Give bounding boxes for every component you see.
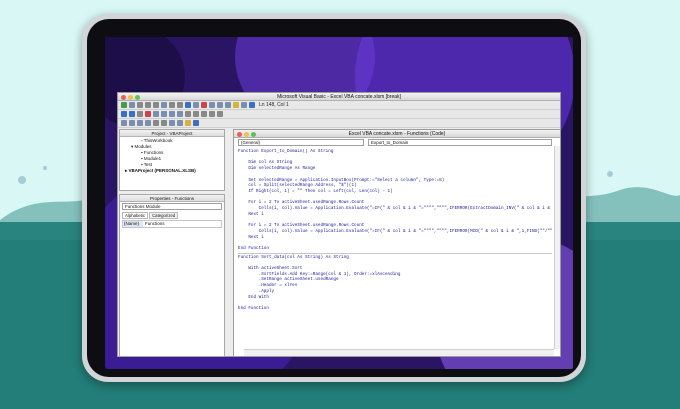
step-out-icon[interactable]	[177, 111, 183, 117]
toggle-breakpoint-icon[interactable]	[153, 111, 159, 117]
tablet-screen: Microsoft Visual Basic - Excel VBA conca…	[105, 37, 573, 369]
object-browser-icon[interactable]	[233, 102, 239, 108]
quick-info-icon[interactable]	[137, 120, 143, 126]
minimize-button[interactable]	[128, 94, 133, 100]
property-value: Functions	[145, 221, 165, 226]
list-properties-icon[interactable]	[121, 120, 127, 126]
break-icon[interactable]	[193, 102, 199, 108]
code-line: End Function	[238, 245, 269, 251]
code-line: Cells(i, col).Value = Application.Evalua…	[258, 206, 551, 212]
reset-icon[interactable]	[201, 102, 207, 108]
horizontal-scrollbar[interactable]	[244, 349, 554, 356]
zoom-button[interactable]	[135, 94, 140, 100]
window-titlebar: Microsoft Visual Basic - Excel VBA conca…	[118, 93, 560, 101]
find-icon[interactable]	[161, 102, 167, 108]
watch-window-icon[interactable]	[201, 111, 207, 117]
object-selector[interactable]: Functions Module	[122, 203, 222, 210]
tree-item-personal[interactable]: ▸ VBAProject (PERSONAL.XLSB)	[123, 168, 221, 174]
object-combo[interactable]: (General)	[238, 139, 364, 146]
code-window-title: Excel VBA concate.xlsm - Functions (Code…	[348, 131, 446, 137]
paste-icon[interactable]	[153, 102, 159, 108]
code-window-titlebar: Excel VBA concate.xlsm - Functions (Code…	[234, 130, 560, 138]
debug-toolbar	[118, 110, 560, 119]
comment-block-icon[interactable]	[169, 120, 175, 126]
uncomment-block-icon[interactable]	[177, 120, 183, 126]
close-button[interactable]	[121, 94, 126, 100]
quick-watch-icon[interactable]	[209, 111, 215, 117]
cut-icon[interactable]	[137, 102, 143, 108]
stop-icon[interactable]	[145, 111, 151, 117]
tab-categorized[interactable]: Categorized	[149, 212, 179, 219]
properties-tabs: Alphabetic Categorized	[120, 211, 224, 220]
vba-editor-window: Microsoft Visual Basic - Excel VBA conca…	[117, 92, 561, 357]
procedure-combo[interactable]: Export_to_Domain	[368, 139, 552, 146]
design-mode-icon[interactable]	[209, 102, 215, 108]
properties-panel: Properties - Functions Functions Module …	[119, 194, 225, 357]
project-explorer-panel: Project - VBAProject ▫ ThisWorkbook ▾ Mo…	[119, 129, 225, 191]
code-line: End Function	[238, 305, 269, 311]
standard-toolbar: Ln 148, Col 1	[118, 101, 560, 110]
code-window: Excel VBA concate.xlsm - Functions (Code…	[233, 129, 561, 357]
procedure-separator	[238, 252, 552, 254]
outdent-icon[interactable]	[161, 120, 167, 126]
tablet-bezel: Microsoft Visual Basic - Excel VBA conca…	[87, 19, 581, 377]
insert-module-icon[interactable]	[129, 102, 135, 108]
bookmark-icon[interactable]	[185, 120, 191, 126]
locals-window-icon[interactable]	[185, 111, 191, 117]
project-explorer-icon[interactable]	[217, 102, 223, 108]
toolbox-icon[interactable]	[241, 102, 247, 108]
tablet-frame: Microsoft Visual Basic - Excel VBA conca…	[82, 14, 586, 382]
copy-icon[interactable]	[145, 102, 151, 108]
play-icon[interactable]	[129, 111, 135, 117]
vertical-scrollbar[interactable]	[554, 146, 560, 349]
indent-icon[interactable]	[153, 120, 159, 126]
list-constants-icon[interactable]	[129, 120, 135, 126]
redo-icon[interactable]	[177, 102, 183, 108]
immediate-window-icon[interactable]	[193, 111, 199, 117]
excel-icon[interactable]	[121, 102, 127, 108]
call-stack-icon[interactable]	[217, 111, 223, 117]
properties-panel-title: Properties - Functions	[120, 195, 224, 202]
code-line: Cells(i, col).Value = Application.Evalua…	[258, 228, 552, 234]
undo-icon[interactable]	[169, 102, 175, 108]
property-name: (Name)	[123, 221, 143, 227]
run-icon[interactable]	[185, 102, 191, 108]
code-editor[interactable]: Function Export_to_Domain() As String Di…	[238, 149, 552, 341]
edit-toolbar	[118, 119, 560, 128]
window-title: Microsoft Visual Basic - Excel VBA conca…	[277, 94, 401, 100]
tab-alphabetic[interactable]: Alphabetic	[122, 212, 149, 219]
code-zoom-button[interactable]	[251, 131, 256, 137]
code-close-button[interactable]	[237, 131, 242, 137]
step-over-icon[interactable]	[169, 111, 175, 117]
code-minimize-button[interactable]	[244, 131, 249, 137]
property-row[interactable]: (Name) Functions	[122, 220, 222, 228]
cursor-position: Ln 148, Col 1	[259, 102, 289, 108]
design-icon[interactable]	[121, 111, 127, 117]
step-into-icon[interactable]	[161, 111, 167, 117]
pause-icon[interactable]	[137, 111, 143, 117]
parameter-info-icon[interactable]	[145, 120, 151, 126]
properties-icon[interactable]	[225, 102, 231, 108]
project-panel-title: Project - VBAProject	[120, 130, 224, 137]
next-bookmark-icon[interactable]	[193, 120, 199, 126]
help-icon[interactable]	[249, 102, 255, 108]
